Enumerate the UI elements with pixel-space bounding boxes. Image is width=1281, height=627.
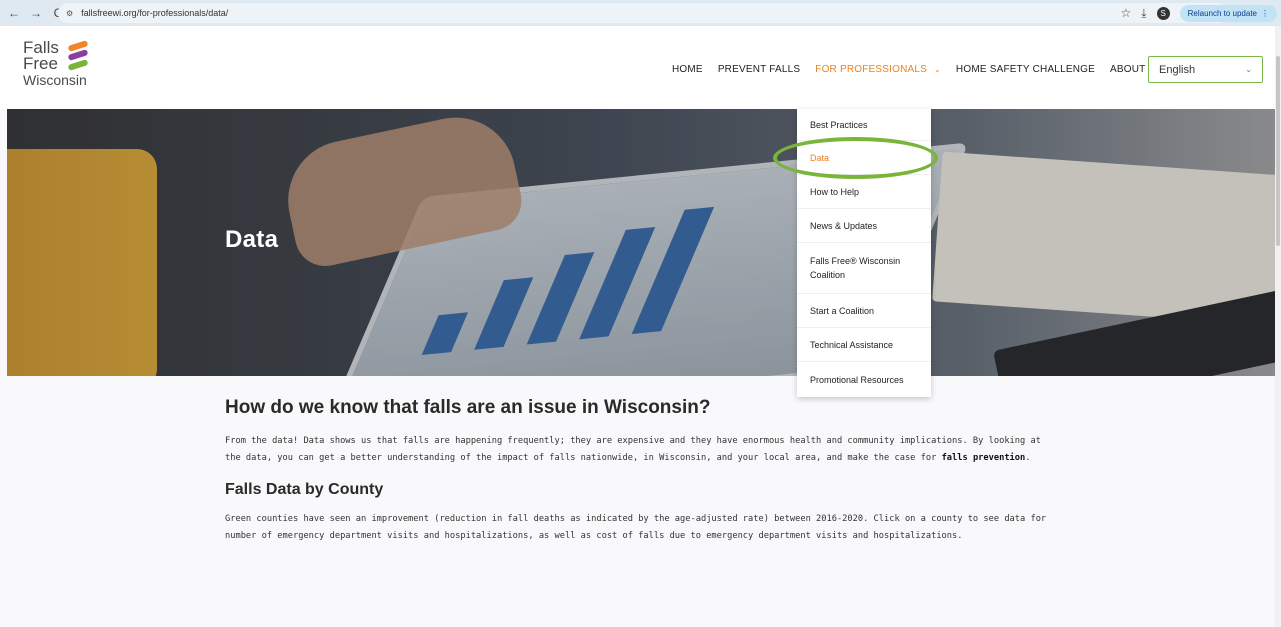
browser-toolbar: ← → C ⚙ fallsfreewi.org/for-professional…	[0, 0, 1281, 26]
url-text[interactable]: fallsfreewi.org/for-professionals/data/	[81, 8, 228, 18]
dropdown-item-how-to-help[interactable]: How to Help	[797, 175, 931, 209]
download-icon[interactable]: ⤓	[1141, 6, 1146, 21]
intro-paragraph: From the data! Data shows us that falls …	[225, 433, 1055, 467]
section-heading: How do we know that falls are an issue i…	[225, 397, 711, 418]
nav-about[interactable]: ABOUT	[1110, 64, 1145, 75]
dropdown-item-technical-assistance[interactable]: Technical Assistance	[797, 328, 931, 362]
highlight-circle-annotation	[773, 137, 938, 179]
relaunch-button[interactable]: Relaunch to update ⋮	[1179, 4, 1277, 22]
page-title: Data	[225, 226, 279, 253]
bookmark-star-icon[interactable]: ☆	[1121, 6, 1132, 20]
logo-line-free: Free	[23, 54, 58, 73]
nav-for-professionals-label: FOR PROFESSIONALS	[815, 64, 928, 75]
page-scrollbar[interactable]	[1275, 26, 1281, 627]
back-icon[interactable]: ←	[6, 5, 22, 21]
forward-icon[interactable]: →	[28, 5, 44, 21]
dropdown-item-start-coalition[interactable]: Start a Coalition	[797, 294, 931, 328]
main-nav: HOME PREVENT FALLS FOR PROFESSIONALS ⌄ H…	[672, 62, 1184, 77]
hero-banner: Data	[7, 109, 1276, 376]
language-value: English	[1159, 63, 1196, 76]
logo-line-wisconsin: Wisconsin	[23, 72, 87, 88]
county-paragraph: Green counties have seen an improvement …	[225, 514, 1047, 541]
falls-prevention-link[interactable]: falls prevention	[942, 453, 1026, 463]
menu-icon: ⋮	[1261, 8, 1269, 18]
nav-prevent-falls[interactable]: PREVENT FALLS	[718, 64, 800, 75]
main-content: How do we know that falls are an issue i…	[225, 395, 1055, 545]
intro-text: From the data! Data shows us that falls …	[225, 436, 1041, 463]
nav-home[interactable]: HOME	[672, 64, 703, 75]
intro-end: .	[1025, 453, 1031, 463]
dropdown-item-promotional-resources[interactable]: Promotional Resources	[797, 362, 931, 397]
hero-overlay	[7, 109, 1276, 376]
address-bar[interactable]: ⚙ fallsfreewi.org/for-professionals/data…	[58, 3, 1228, 23]
language-select[interactable]: English ⌄	[1148, 56, 1263, 83]
site-logo[interactable]: Falls Free Wisconsin	[23, 39, 103, 100]
site-header: Falls Free Wisconsin HOME PREVENT FALLS …	[0, 26, 1281, 109]
county-heading: Falls Data by County	[225, 481, 384, 498]
profile-avatar[interactable]: S	[1156, 6, 1170, 20]
relaunch-label: Relaunch to update	[1187, 8, 1257, 18]
chevron-down-icon: ⌄	[934, 65, 941, 74]
nav-for-professionals[interactable]: FOR PROFESSIONALS ⌄	[815, 64, 941, 75]
scrollbar-thumb[interactable]	[1276, 56, 1280, 246]
nav-home-safety-challenge[interactable]: HOME SAFETY CHALLENGE	[956, 64, 1095, 75]
chevron-down-icon: ⌄	[1245, 65, 1252, 74]
site-info-icon[interactable]: ⚙	[66, 9, 73, 18]
dropdown-item-coalition[interactable]: Falls Free® Wisconsin Coalition	[797, 243, 931, 294]
dropdown-item-news-updates[interactable]: News & Updates	[797, 209, 931, 243]
